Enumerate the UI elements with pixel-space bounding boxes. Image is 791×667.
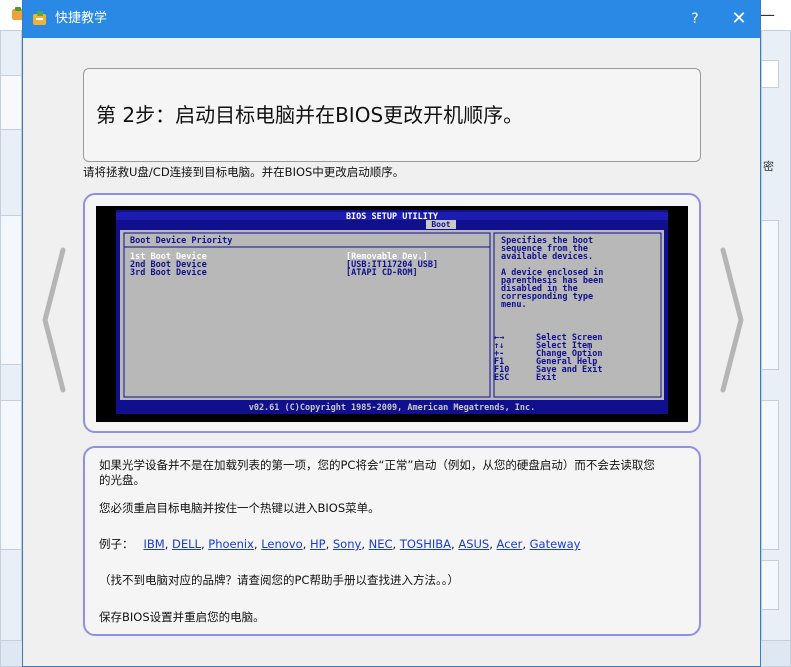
brand-link-toshiba[interactable]: TOSHIBA <box>400 537 451 551</box>
bios-key-action: Exit <box>536 372 556 383</box>
brand-link-sony[interactable]: Sony <box>333 537 361 551</box>
background-left-card <box>0 400 22 550</box>
dialog-title: 快捷教学 <box>55 11 108 26</box>
brand-link-hp[interactable]: HP <box>310 537 326 551</box>
next-arrow-icon[interactable] <box>713 240 749 400</box>
background-right-input <box>761 60 779 88</box>
bios-device-value[interactable]: [ATAPI CD-ROM] <box>346 268 418 278</box>
brand-link-nec[interactable]: NEC <box>369 537 393 551</box>
bios-help-line: menu. <box>501 300 527 310</box>
bios-help-line: available devices. <box>501 251 593 262</box>
quick-tutorial-dialog: 快捷教学 ? ✕ 第 2步：启动目标电脑并在BIOS更改开机顺序。 请将拯救U盘… <box>22 0 761 667</box>
brand-link-acer[interactable]: Acer <box>497 537 523 551</box>
bios-screenshot: BIOS SETUP UTILITY Boot Boot Device Prio… <box>96 206 688 422</box>
bios-header: BIOS SETUP UTILITY <box>346 212 439 222</box>
bios-section-title: Boot Device Priority <box>130 235 232 246</box>
info-box: 如果光学设备并不是在加载列表的第一项，您的PC将会“正常”启动（例如，从您的硬盘… <box>83 446 701 636</box>
brand-link-phoenix[interactable]: Phoenix <box>208 537 254 551</box>
examples-label: 例子： <box>99 537 134 551</box>
step-title: 第 2步：启动目标电脑并在BIOS更改开机顺序。 <box>96 103 524 127</box>
bios-device-label[interactable]: 3rd Boot Device <box>130 267 207 278</box>
wrench-icon <box>33 11 46 25</box>
background-left-card <box>0 215 22 365</box>
info-paragraph: （找不到电脑对应的品牌？请查阅您的PC帮助手册以查找进入方法。。） <box>99 573 459 587</box>
help-button[interactable]: ? <box>685 0 705 38</box>
brand-link-gateway[interactable]: Gateway <box>530 537 581 551</box>
bios-screen: BIOS SETUP UTILITY Boot Boot Device Prio… <box>116 210 668 414</box>
brand-link-dell[interactable]: DELL <box>172 537 201 551</box>
bios-key: ESC <box>494 373 509 383</box>
background-right-card <box>761 560 779 610</box>
previous-arrow-icon[interactable] <box>37 240 73 400</box>
background-right-text: 密 <box>763 160 774 173</box>
info-paragraph: 如果光学设备并不是在加载列表的第一项，您的PC将会“正常”启动（例如，从您的硬盘… <box>99 458 655 472</box>
bios-screenshot-frame: BIOS SETUP UTILITY Boot Boot Device Prio… <box>83 193 701 433</box>
bios-tab-boot[interactable]: Boot <box>431 220 450 229</box>
brand-examples: 例子： IBM, DELL, Phoenix, Lenovo, HP, Sony,… <box>99 537 581 551</box>
bios-footer: v02.61 (C)Copyright 1985-2009, American … <box>249 402 536 413</box>
info-paragraph: 保存BIOS设置并重启您的电脑。 <box>99 610 265 624</box>
close-button[interactable]: ✕ <box>727 0 751 38</box>
brand-link-ibm[interactable]: IBM <box>144 537 165 551</box>
brand-link-asus[interactable]: ASUS <box>458 537 489 551</box>
background-left-card <box>0 75 22 130</box>
dialog-titlebar: 快捷教学 ? ✕ <box>23 0 760 38</box>
step-heading-box: 第 2步：启动目标电脑并在BIOS更改开机顺序。 <box>83 68 701 162</box>
info-paragraph: 您必须重启目标电脑并按住一个热键以进入BIOS菜单。 <box>99 501 380 515</box>
info-paragraph: 的光盘。 <box>99 473 145 487</box>
background-right-card <box>761 220 779 370</box>
background-right-card <box>761 400 779 550</box>
instruction-text: 请将拯救U盘/CD连接到目标电脑。并在BIOS中更改启动顺序。 <box>83 165 405 179</box>
brand-link-lenovo[interactable]: Lenovo <box>261 537 302 551</box>
